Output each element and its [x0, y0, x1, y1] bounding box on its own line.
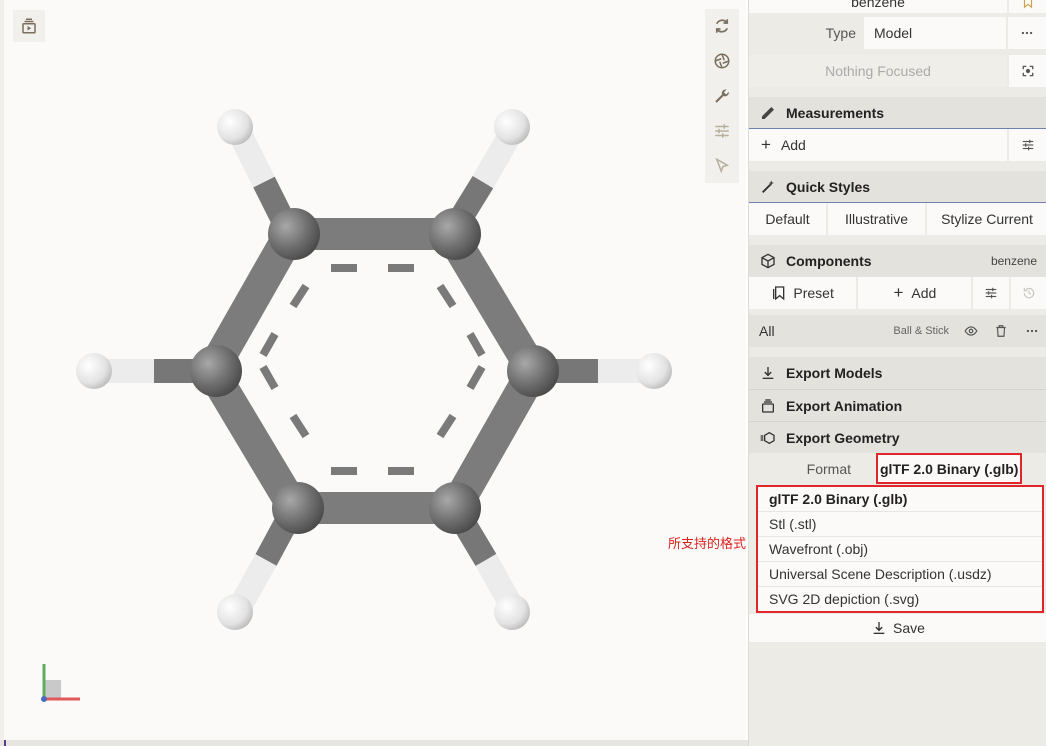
bottom-strip: [0, 740, 748, 746]
format-option-stl[interactable]: Stl (.stl): [758, 512, 1042, 537]
cc-bonds: [198, 218, 547, 524]
quick-styles-title: Quick Styles: [786, 179, 871, 195]
annotation-label: 所支持的格式: [668, 537, 747, 552]
aromatic-dashes: [259, 264, 486, 475]
format-option-svg[interactable]: SVG 2D depiction (.svg): [758, 587, 1042, 612]
history-icon[interactable]: [1011, 277, 1046, 309]
plus-icon: +: [893, 283, 904, 302]
components-add-button[interactable]: + Add: [858, 277, 972, 309]
type-select[interactable]: Model: [864, 17, 1006, 49]
components-actions-row: Preset + Add: [749, 277, 1046, 309]
magic-wand-icon: [759, 178, 777, 196]
quick-styles-header[interactable]: Quick Styles: [749, 171, 1046, 203]
component-row-all[interactable]: All Ball & Stick: [749, 315, 1046, 347]
measure-icon: [759, 104, 777, 122]
more-icon[interactable]: [1016, 315, 1046, 347]
save-label: Save: [893, 620, 925, 636]
format-option-usdz[interactable]: Universal Scene Description (.usdz): [758, 562, 1042, 587]
export-models-title: Export Models: [786, 365, 883, 381]
format-label: Format: [806, 461, 851, 477]
more-icon[interactable]: [1008, 17, 1046, 49]
measurements-add-row: + Add: [749, 129, 1046, 161]
format-select[interactable]: glTF 2.0 Binary (.glb): [876, 453, 1022, 484]
bookmark-icon: [771, 285, 787, 301]
component-repr[interactable]: Ball & Stick: [878, 325, 949, 337]
style-illustrative-button[interactable]: Illustrative: [828, 203, 925, 235]
viewport-toolbar: [705, 9, 739, 183]
axes-gizmo: [41, 664, 80, 702]
measurements-add-label: Add: [780, 137, 806, 153]
export-geometry-header[interactable]: Export Geometry: [749, 421, 1046, 453]
screenshot-icon[interactable]: [705, 44, 739, 79]
style-default-button[interactable]: Default: [749, 203, 826, 235]
right-panel: benzene Type Model Nothing Focused Measu…: [748, 0, 1046, 746]
wrench-icon[interactable]: [705, 79, 739, 114]
plus-icon: +: [761, 135, 771, 154]
export-models-header[interactable]: Export Models: [749, 357, 1046, 389]
3d-viewport[interactable]: [4, 0, 746, 742]
save-button[interactable]: Save: [749, 614, 1046, 642]
animation-icon: [759, 397, 777, 415]
animation-icon[interactable]: [13, 10, 45, 42]
export-animation-header[interactable]: Export Animation: [749, 389, 1046, 421]
measurements-header[interactable]: Measurements: [749, 97, 1046, 129]
format-option-glb[interactable]: glTF 2.0 Binary (.glb): [758, 487, 1042, 512]
pointer-icon[interactable]: [705, 148, 739, 183]
export-geometry-title: Export Geometry: [786, 429, 900, 446]
measurements-add-button[interactable]: + Add: [749, 129, 1007, 161]
quick-styles-row: Default Illustrative Stylize Current: [749, 203, 1046, 235]
focus-icon[interactable]: [1009, 55, 1046, 87]
geometry-icon: [759, 429, 777, 447]
components-badge: benzene: [990, 254, 1037, 268]
download-icon: [871, 620, 887, 636]
component-name: All: [759, 323, 775, 339]
format-dropdown: glTF 2.0 Binary (.glb) Stl (.stl) Wavefr…: [756, 485, 1044, 613]
ch-bonds: [96, 124, 656, 616]
measurements-title: Measurements: [786, 105, 885, 121]
type-label: Type: [825, 25, 856, 41]
components-title: Components: [786, 253, 872, 269]
preset-button[interactable]: Preset: [749, 277, 857, 309]
type-row: Type Model: [749, 17, 1046, 49]
settings-icon[interactable]: [705, 113, 739, 148]
style-stylize-current-button[interactable]: Stylize Current: [927, 203, 1046, 235]
format-option-obj[interactable]: Wavefront (.obj): [758, 537, 1042, 562]
carbon-atoms: [190, 208, 559, 534]
reset-camera-icon[interactable]: [705, 9, 739, 44]
cube-icon: [759, 252, 777, 270]
download-icon: [759, 364, 777, 382]
trash-icon[interactable]: [986, 315, 1017, 347]
export-animation-title: Export Animation: [786, 397, 903, 414]
structure-row: benzene: [749, 0, 1046, 13]
components-options-icon[interactable]: [973, 277, 1010, 309]
visibility-eye-icon[interactable]: [957, 315, 986, 347]
structure-name[interactable]: benzene: [749, 0, 1007, 13]
focus-text: Nothing Focused: [749, 55, 1007, 87]
preset-label: Preset: [793, 285, 834, 301]
molecule-render: [41, 109, 672, 702]
measurement-options-icon[interactable]: [1009, 129, 1046, 161]
components-add-label: Add: [911, 285, 937, 301]
components-header[interactable]: Components benzene: [749, 245, 1046, 277]
focus-row: Nothing Focused: [749, 55, 1046, 87]
bookmark-icon[interactable]: [1009, 0, 1046, 13]
